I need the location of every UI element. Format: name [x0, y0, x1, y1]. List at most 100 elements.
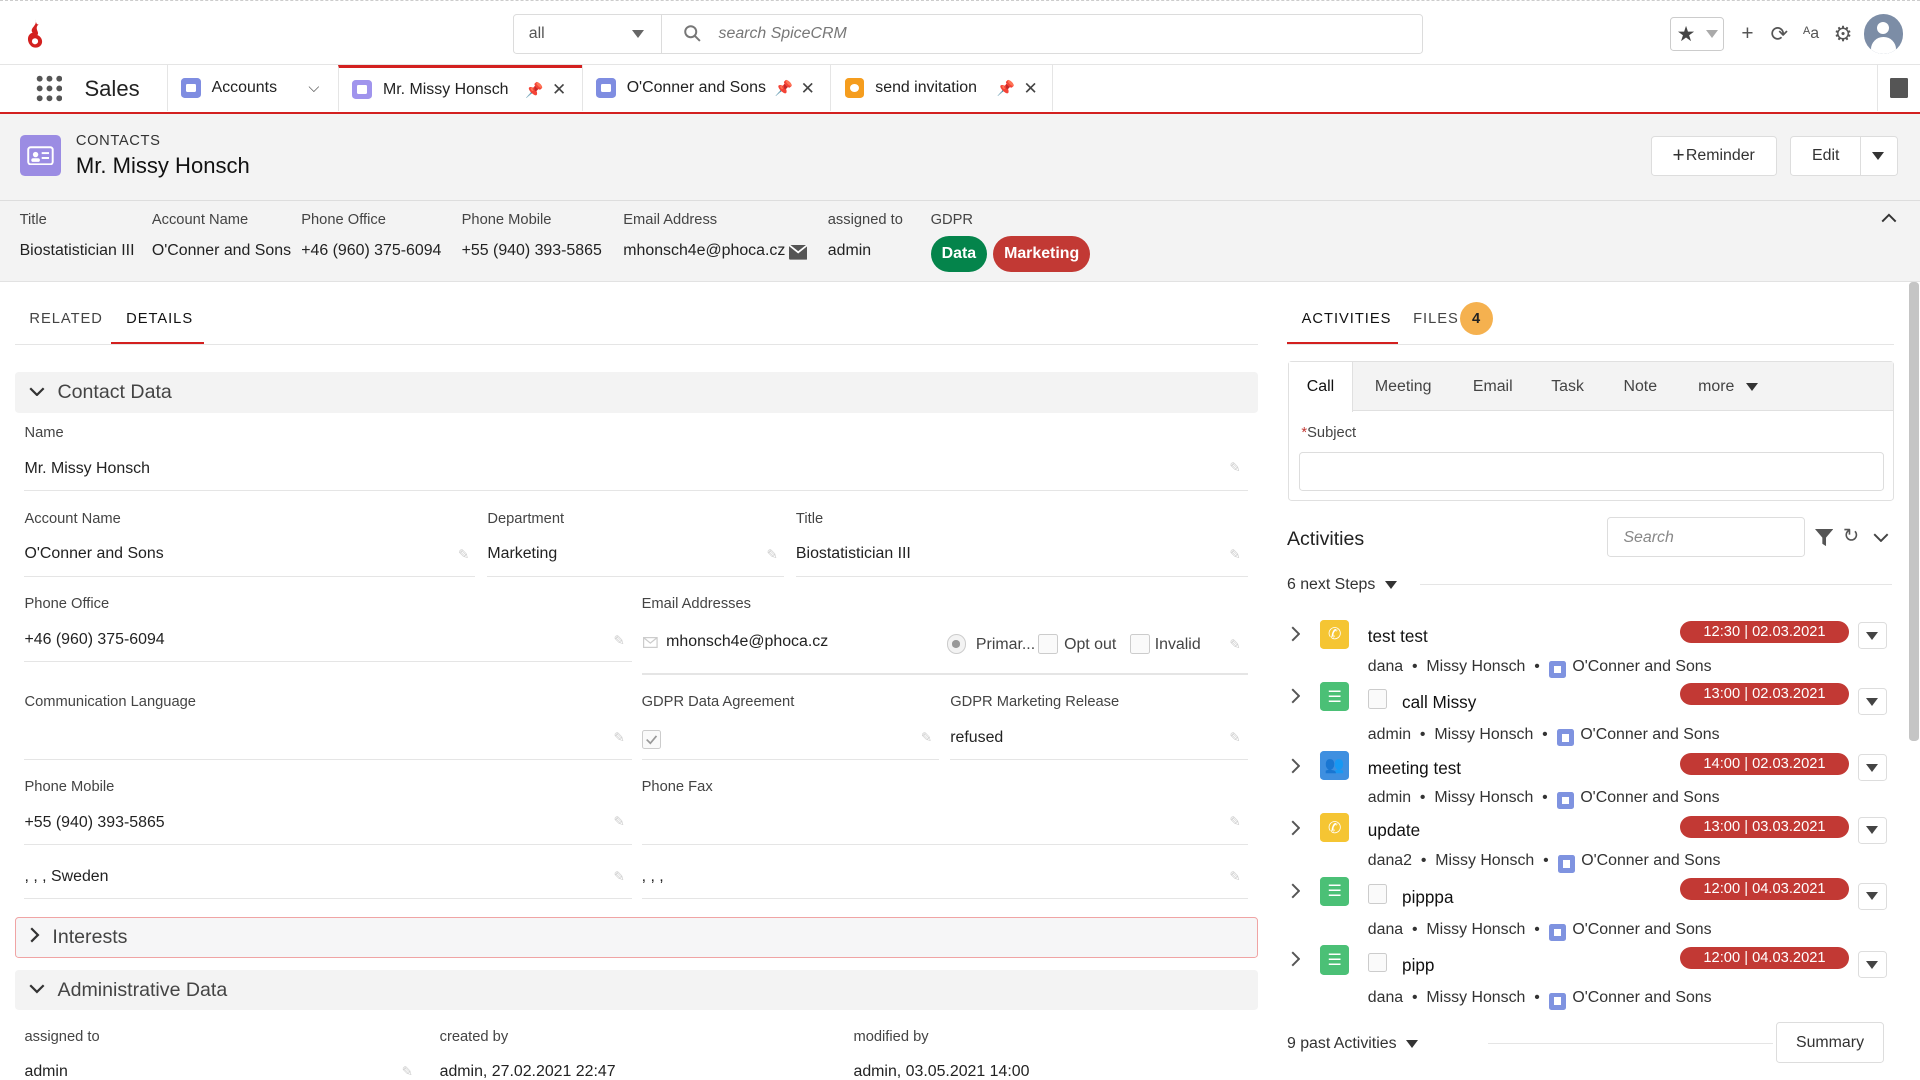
- activity-menu-button[interactable]: [1857, 816, 1887, 844]
- tab-accounts[interactable]: Accounts ⌵: [166, 64, 338, 112]
- chevron-down-icon[interactable]: [1873, 533, 1889, 543]
- activity-contact[interactable]: Missy Honsch: [1426, 921, 1525, 938]
- scrollbar[interactable]: [1908, 281, 1919, 741]
- app-launcher-icon[interactable]: [36, 75, 63, 102]
- pencil-icon[interactable]: ✎: [613, 730, 624, 746]
- activity-title[interactable]: update: [1368, 820, 1420, 841]
- pencil-icon[interactable]: ✎: [613, 633, 624, 649]
- department-field[interactable]: Marketing: [487, 545, 557, 563]
- refresh-icon[interactable]: ↻: [1843, 524, 1859, 548]
- tab-call[interactable]: Call: [1289, 362, 1353, 413]
- invalid-checkbox[interactable]: [1130, 634, 1150, 654]
- close-icon[interactable]: ✕: [801, 78, 815, 99]
- activities-search-input[interactable]: Search: [1606, 516, 1805, 558]
- search-input[interactable]: search SpiceCRM: [662, 15, 1422, 52]
- close-icon[interactable]: ✕: [552, 79, 566, 100]
- phone-mobile-field[interactable]: +55 (940) 393-5865: [24, 814, 164, 832]
- activity-title[interactable]: call Missy: [1402, 692, 1476, 713]
- activity-contact[interactable]: Missy Honsch: [1434, 789, 1533, 806]
- email-icon[interactable]: [788, 244, 807, 260]
- tab-note[interactable]: Note: [1623, 378, 1657, 396]
- gdpr-marketing-field[interactable]: refused: [950, 729, 1003, 747]
- tab-more[interactable]: more: [1698, 378, 1759, 396]
- past-activities-toggle[interactable]: 9 past Activities: [1287, 1035, 1418, 1053]
- activity-account[interactable]: O'Conner and Sons: [1572, 658, 1711, 675]
- activity-contact[interactable]: Missy Honsch: [1426, 989, 1525, 1006]
- edit-button[interactable]: Edit: [1790, 135, 1898, 177]
- tab-contact-missy-honsch[interactable]: Mr. Missy Honsch 📌 ✕: [337, 64, 582, 112]
- activity-account[interactable]: O'Conner and Sons: [1580, 789, 1719, 806]
- phone-office-field[interactable]: +46 (960) 375-6094: [24, 631, 164, 649]
- pin-icon[interactable]: 📌: [997, 79, 1015, 97]
- highlight-email[interactable]: mhonsch4e@phoca.cz: [623, 242, 785, 260]
- chevron-down-icon[interactable]: [1872, 151, 1885, 160]
- language-icon[interactable]: ᴬa: [1795, 25, 1827, 43]
- chevron-right-icon[interactable]: [1291, 951, 1301, 967]
- pencil-icon[interactable]: ✎: [1229, 869, 1240, 885]
- alt-address-field[interactable]: , , ,: [642, 868, 664, 886]
- pencil-icon[interactable]: ✎: [1229, 814, 1240, 830]
- reminder-button[interactable]: + Reminder: [1650, 135, 1777, 177]
- chevron-right-icon[interactable]: [1291, 626, 1301, 642]
- activity-contact[interactable]: Missy Honsch: [1435, 852, 1534, 869]
- tab-task[interactable]: Task: [1551, 378, 1584, 396]
- tab-details[interactable]: DETAILS: [126, 311, 193, 327]
- chevron-right-icon[interactable]: [1291, 688, 1301, 704]
- task-complete-checkbox[interactable]: [1367, 689, 1388, 709]
- task-complete-checkbox[interactable]: [1367, 952, 1388, 973]
- pencil-icon[interactable]: ✎: [458, 547, 469, 563]
- chevron-right-icon[interactable]: [1291, 883, 1301, 899]
- chevron-down-icon[interactable]: ⌵: [308, 80, 319, 96]
- summary-button[interactable]: Summary: [1775, 1022, 1885, 1063]
- search-scope-select[interactable]: all: [514, 15, 663, 53]
- tab-files[interactable]: FILES: [1413, 311, 1459, 327]
- pencil-icon[interactable]: ✎: [767, 547, 778, 563]
- activity-account[interactable]: O'Conner and Sons: [1580, 726, 1719, 743]
- highlight-phone-mobile[interactable]: +55 (940) 393-5865: [462, 242, 602, 260]
- chevron-right-icon[interactable]: [1291, 820, 1301, 836]
- close-icon[interactable]: ✕: [1023, 78, 1037, 99]
- chevron-right-icon[interactable]: [1291, 758, 1301, 774]
- pencil-icon[interactable]: ✎: [1229, 637, 1240, 653]
- pencil-icon[interactable]: ✎: [1229, 460, 1240, 476]
- activity-title[interactable]: test test: [1368, 626, 1428, 647]
- chevron-up-icon[interactable]: [1881, 213, 1897, 223]
- opt-out-checkbox[interactable]: [1038, 634, 1058, 654]
- activity-menu-button[interactable]: [1857, 622, 1887, 649]
- assigned-user-field[interactable]: admin: [24, 1063, 67, 1080]
- pencil-icon[interactable]: ✎: [613, 814, 624, 830]
- activity-title[interactable]: pipp: [1402, 955, 1434, 976]
- primary-address-field[interactable]: , , , Sweden: [24, 868, 108, 886]
- activity-account[interactable]: O'Conner and Sons: [1572, 921, 1711, 938]
- activity-title[interactable]: meeting test: [1368, 758, 1461, 779]
- pencil-icon[interactable]: ✎: [1229, 730, 1240, 746]
- gear-icon[interactable]: ⚙: [1827, 22, 1859, 47]
- email-address-field[interactable]: mhonsch4e@phoca.cz: [666, 633, 828, 651]
- account-name-field[interactable]: O'Conner and Sons: [24, 545, 163, 563]
- plus-icon[interactable]: +: [1732, 22, 1764, 46]
- tab-activities[interactable]: ACTIVITIES: [1302, 311, 1392, 327]
- gdpr-agreement-checkbox[interactable]: [641, 729, 662, 750]
- activity-title[interactable]: pipppa: [1402, 887, 1453, 908]
- tab-related[interactable]: RELATED: [29, 311, 103, 327]
- tab-oconner-and-sons[interactable]: O'Conner and Sons 📌 ✕: [581, 64, 831, 112]
- activity-contact[interactable]: Missy Honsch: [1434, 726, 1533, 743]
- contact-data-section-header[interactable]: Contact Data: [14, 372, 1258, 413]
- clipboard-icon[interactable]: [1877, 64, 1920, 112]
- pencil-icon[interactable]: ✎: [402, 1064, 413, 1080]
- activity-menu-button[interactable]: [1857, 882, 1887, 910]
- activity-menu-button[interactable]: [1857, 688, 1887, 716]
- spicecrm-logo[interactable]: [24, 18, 46, 50]
- primary-radio[interactable]: [946, 634, 967, 654]
- activity-menu-button[interactable]: [1857, 754, 1887, 782]
- user-avatar-icon[interactable]: [1863, 14, 1903, 54]
- name-field[interactable]: Mr. Missy Honsch: [24, 460, 150, 478]
- activity-menu-button[interactable]: [1857, 951, 1887, 979]
- activity-contact[interactable]: Missy Honsch: [1426, 658, 1525, 675]
- tab-send-invitation[interactable]: send invitation 📌 ✕: [830, 64, 1054, 112]
- tab-meeting[interactable]: Meeting: [1375, 378, 1432, 396]
- activity-account[interactable]: O'Conner and Sons: [1572, 989, 1711, 1006]
- pencil-icon[interactable]: ✎: [1229, 547, 1240, 563]
- next-steps-toggle[interactable]: 6 next Steps: [1287, 576, 1397, 594]
- pencil-icon[interactable]: ✎: [921, 730, 932, 746]
